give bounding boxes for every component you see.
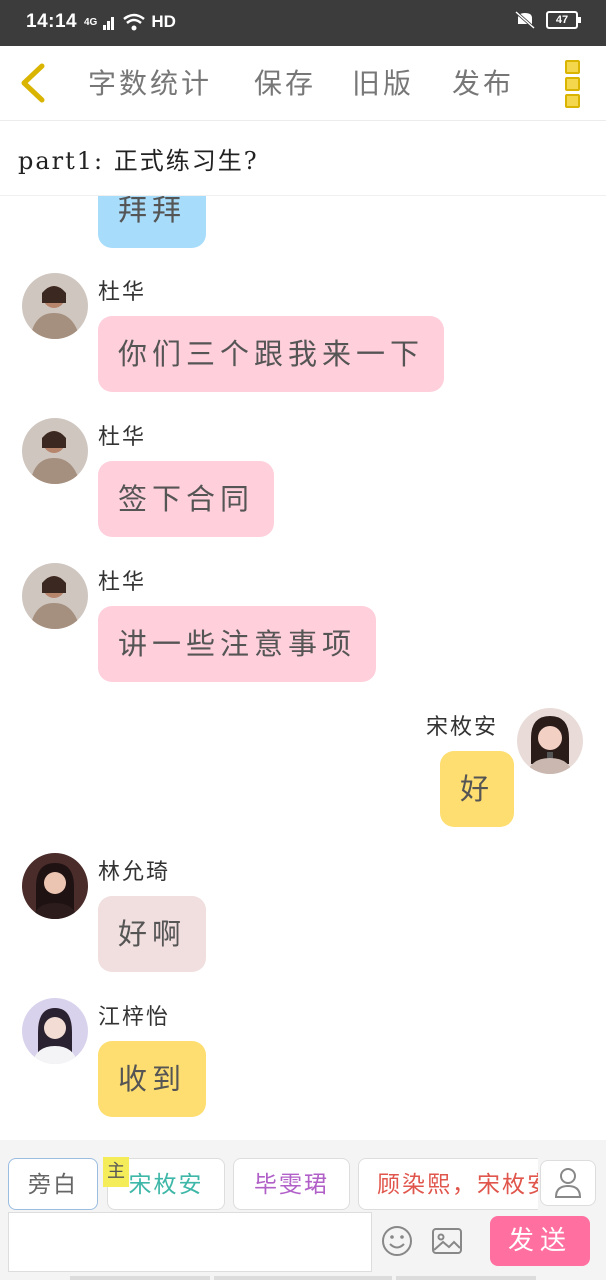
role-manager-button[interactable] (540, 1160, 596, 1206)
old-version-button[interactable]: 旧版 (352, 62, 414, 102)
avatar[interactable] (22, 563, 88, 629)
editor-toolbar: 字数统计 保存 旧版 发布 (0, 46, 606, 121)
chat-area[interactable]: 拜拜 杜华 你们三个跟我来一下 杜华 签下合同 杜华 讲一些注意事项 宋枚安 好… (0, 196, 606, 1140)
sender-name: 林允琦 (98, 860, 171, 885)
message-bubble[interactable]: 收到 (98, 1041, 207, 1117)
message-input[interactable] (8, 1212, 372, 1272)
word-count-button[interactable]: 字数统计 (88, 62, 212, 102)
avatar[interactable] (22, 418, 88, 484)
more-menu-icon[interactable] (565, 60, 581, 108)
main-role-tag: 主 (103, 1157, 129, 1187)
status-right: 47 (514, 10, 581, 30)
avatar[interactable] (22, 998, 88, 1064)
mute-icon (515, 10, 535, 30)
sender-name: 杜华 (98, 570, 147, 595)
publish-button[interactable]: 发布 (452, 62, 514, 102)
message-bubble[interactable]: 你们三个跟我来一下 (98, 316, 445, 392)
scroll-indicator (70, 1276, 210, 1280)
part-header: part1: 正式练习生? (0, 121, 606, 196)
message-bubble[interactable]: 讲一些注意事项 (98, 606, 377, 682)
avatar[interactable] (22, 853, 88, 919)
emoji-icon[interactable] (380, 1224, 414, 1258)
scroll-indicator (214, 1276, 392, 1280)
part-title[interactable]: part1: 正式练习生? (18, 141, 259, 176)
person-icon (554, 1168, 582, 1198)
status-time: 14:14 (26, 11, 78, 32)
image-icon[interactable] (430, 1224, 464, 1258)
avatar[interactable] (22, 273, 88, 339)
message-bubble[interactable]: 好啊 (98, 896, 207, 972)
role-chip-multi[interactable]: 顾染熙，宋枚安 (358, 1158, 538, 1210)
signal-icon (103, 17, 115, 30)
send-button[interactable]: 发送 (490, 1216, 590, 1266)
message-bubble[interactable]: 好 (440, 751, 515, 827)
sender-name: 宋枚安 (426, 715, 499, 740)
role-chip-narration[interactable]: 旁白 (8, 1158, 98, 1210)
status-icons: 4G HD (84, 12, 176, 32)
wifi-icon (123, 13, 146, 31)
message-bubble[interactable]: 签下合同 (98, 461, 275, 537)
back-arrow-icon[interactable] (16, 62, 50, 104)
scroll-indicator (396, 1276, 536, 1280)
status-bar: 14:14 4G HD 47 (0, 0, 606, 46)
save-button[interactable]: 保存 (254, 62, 316, 102)
message-bubble[interactable]: 拜拜 (98, 196, 207, 248)
sender-name: 杜华 (98, 425, 147, 450)
hd-label: HD (151, 12, 176, 31)
sender-name: 杜华 (98, 280, 147, 305)
avatar[interactable] (517, 708, 583, 774)
battery-indicator: 47 (546, 11, 581, 29)
composer-panel: 旁白 主 宋枚安 毕雯珺 顾染熙，宋枚安 发送 (0, 1140, 606, 1280)
role-chip-bi[interactable]: 毕雯珺 (233, 1158, 350, 1210)
network-label: 4G (84, 16, 98, 28)
sender-name: 江梓怡 (98, 1005, 171, 1030)
